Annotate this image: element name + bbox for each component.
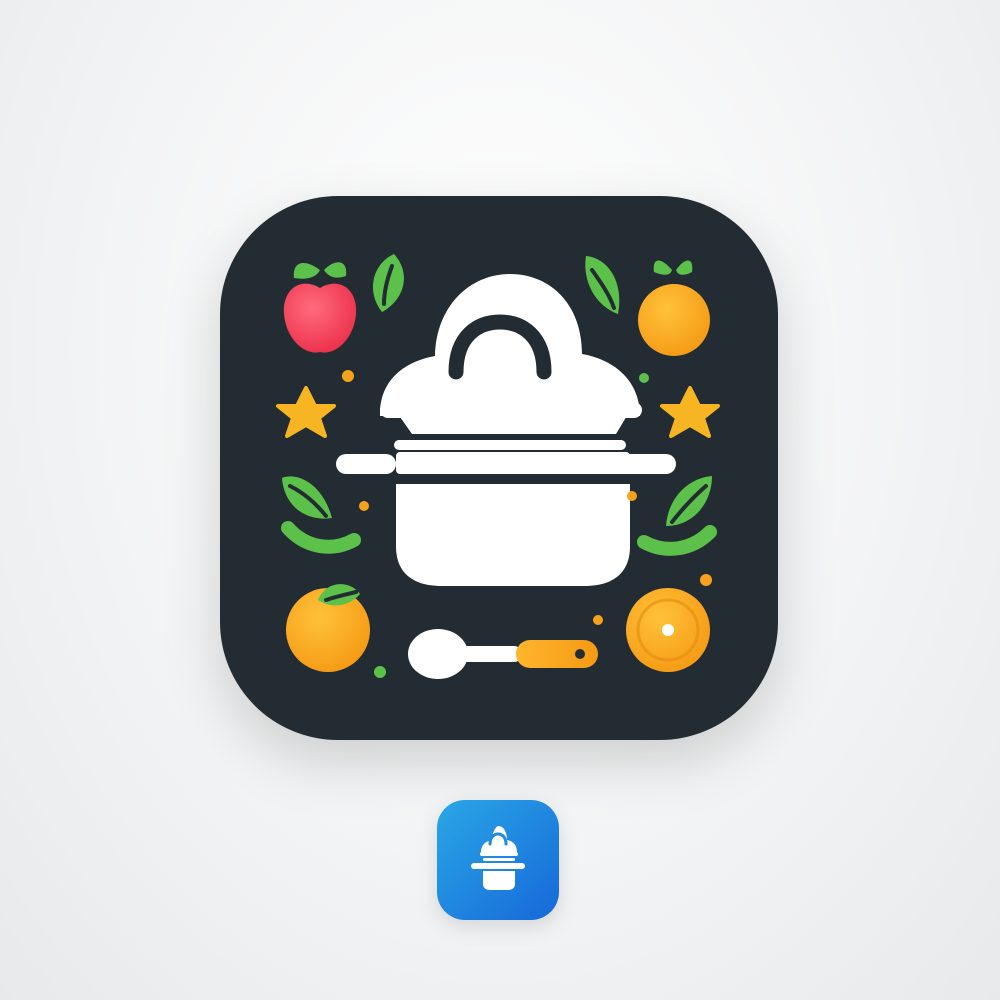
dot-icon	[700, 574, 712, 586]
dot-icon	[374, 666, 386, 678]
dot-icon	[342, 370, 354, 382]
dot-icon	[359, 501, 369, 511]
small-app-icon-artwork	[437, 800, 559, 920]
pot-handle-left	[336, 454, 396, 474]
dot-icon	[627, 491, 637, 501]
dot-icon	[593, 615, 603, 625]
pot-rim	[394, 440, 626, 450]
pot-body	[396, 484, 630, 586]
pot-collar	[396, 452, 630, 474]
cooking-pot-app-icon	[220, 196, 778, 740]
app-icon-showcase	[0, 0, 1000, 1000]
app-icon-artwork	[220, 196, 778, 740]
dot-icon	[639, 373, 649, 383]
cooking-pot-app-icon-small[interactable]	[437, 800, 559, 920]
lid-band-lower	[398, 414, 628, 434]
plate-icon	[626, 588, 710, 672]
